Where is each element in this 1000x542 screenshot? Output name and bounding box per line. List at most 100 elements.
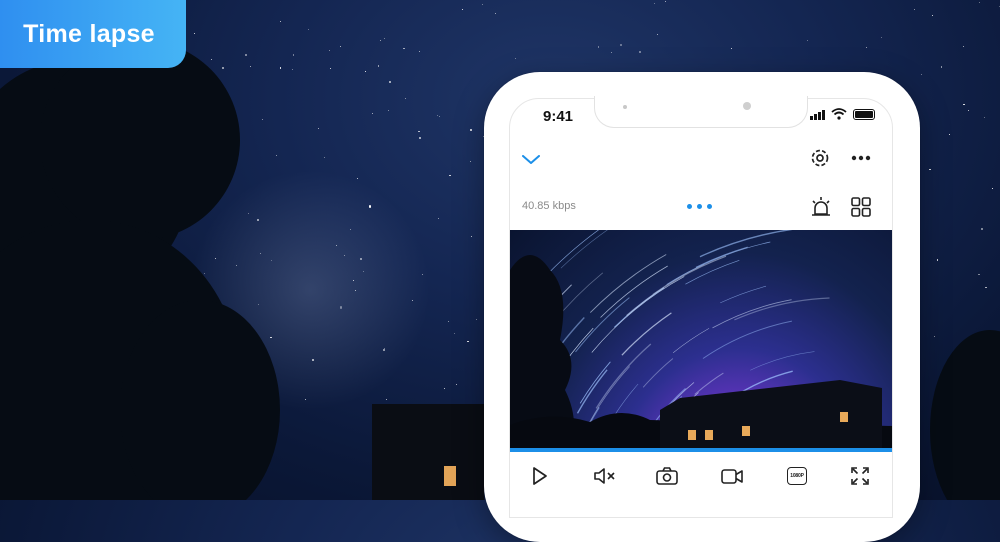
snapshot-button[interactable] — [654, 464, 680, 488]
star — [329, 49, 331, 51]
star — [963, 103, 965, 105]
grid-view-icon — [851, 197, 871, 217]
star — [362, 270, 364, 272]
star — [389, 80, 392, 84]
star-trail — [720, 285, 767, 304]
quality-icon: 1080P — [787, 467, 807, 485]
star-trail — [685, 259, 740, 285]
star — [985, 286, 987, 288]
star — [470, 128, 473, 131]
page-indicator[interactable] — [687, 204, 712, 209]
star — [611, 52, 612, 54]
chevron-down-icon — [522, 155, 540, 164]
star — [456, 383, 458, 385]
star — [619, 43, 622, 46]
star — [937, 259, 939, 261]
star — [356, 177, 358, 179]
star — [330, 67, 332, 69]
cabin-silhouette — [372, 404, 484, 500]
star — [364, 70, 366, 72]
front-camera — [743, 102, 751, 110]
star-trail — [699, 230, 793, 258]
star — [378, 65, 380, 67]
mute-icon — [594, 468, 615, 484]
star-trail — [702, 320, 792, 359]
star — [203, 272, 205, 275]
star — [806, 39, 808, 41]
star — [980, 227, 983, 231]
star — [654, 3, 656, 5]
star — [221, 67, 224, 70]
star — [372, 112, 374, 115]
record-icon — [721, 469, 743, 484]
star-trail — [642, 358, 674, 388]
settings-button[interactable] — [807, 145, 833, 171]
quality-button[interactable]: 1080P — [784, 464, 810, 488]
status-time: 9:41 — [543, 108, 574, 125]
star-trail — [591, 276, 685, 353]
star — [730, 47, 732, 49]
star — [419, 136, 422, 140]
badge-label: Time lapse — [23, 19, 155, 48]
star — [515, 58, 517, 60]
grid-view-button[interactable] — [848, 194, 874, 220]
star — [482, 4, 484, 6]
star — [369, 205, 372, 208]
star — [245, 53, 248, 56]
star — [941, 66, 943, 68]
mute-button[interactable] — [592, 464, 618, 488]
more-horizontal-icon — [851, 155, 871, 161]
record-button[interactable] — [719, 464, 745, 488]
star — [248, 212, 249, 214]
star-trail — [541, 230, 600, 281]
time-lapse-badge: Time lapse — [0, 0, 186, 68]
star-trail — [576, 369, 608, 414]
star — [439, 116, 441, 118]
phone-notch — [594, 96, 808, 128]
quality-label: 1080P — [790, 473, 804, 479]
cabin-window-light — [444, 466, 456, 486]
star — [317, 127, 320, 129]
star — [931, 14, 933, 16]
star — [422, 273, 423, 275]
star — [386, 398, 388, 400]
collapse-button[interactable] — [518, 150, 544, 170]
star — [983, 116, 985, 118]
star — [276, 155, 277, 156]
star — [249, 65, 251, 67]
star — [449, 175, 451, 177]
star-trail — [694, 372, 724, 395]
star — [419, 50, 421, 52]
star — [293, 54, 295, 56]
more-button[interactable] — [848, 148, 874, 168]
star — [418, 130, 420, 132]
star — [657, 33, 659, 35]
playback-controls: 1080P — [510, 452, 892, 500]
star-trail — [750, 351, 815, 371]
play-icon — [533, 467, 547, 485]
cabin-window-light — [840, 412, 848, 422]
star-trail — [626, 255, 727, 317]
cabin-window-light — [688, 430, 696, 440]
bitrate-readout: 40.85 kbps — [522, 200, 576, 212]
star — [359, 257, 362, 260]
star — [383, 349, 385, 351]
fullscreen-button[interactable] — [847, 464, 873, 488]
star — [665, 1, 666, 3]
star — [444, 388, 445, 390]
star — [978, 274, 980, 276]
camera-video-feed[interactable] — [510, 230, 892, 448]
star — [470, 160, 472, 162]
star — [312, 359, 314, 361]
star — [968, 109, 970, 111]
play-button[interactable] — [528, 464, 552, 488]
star — [913, 8, 915, 10]
tree-silhouette — [40, 40, 240, 240]
star — [438, 218, 440, 220]
status-icons — [810, 108, 875, 120]
alarm-button[interactable] — [808, 194, 834, 220]
star — [210, 59, 212, 61]
star — [436, 115, 438, 117]
star — [280, 67, 282, 69]
star — [340, 46, 342, 48]
